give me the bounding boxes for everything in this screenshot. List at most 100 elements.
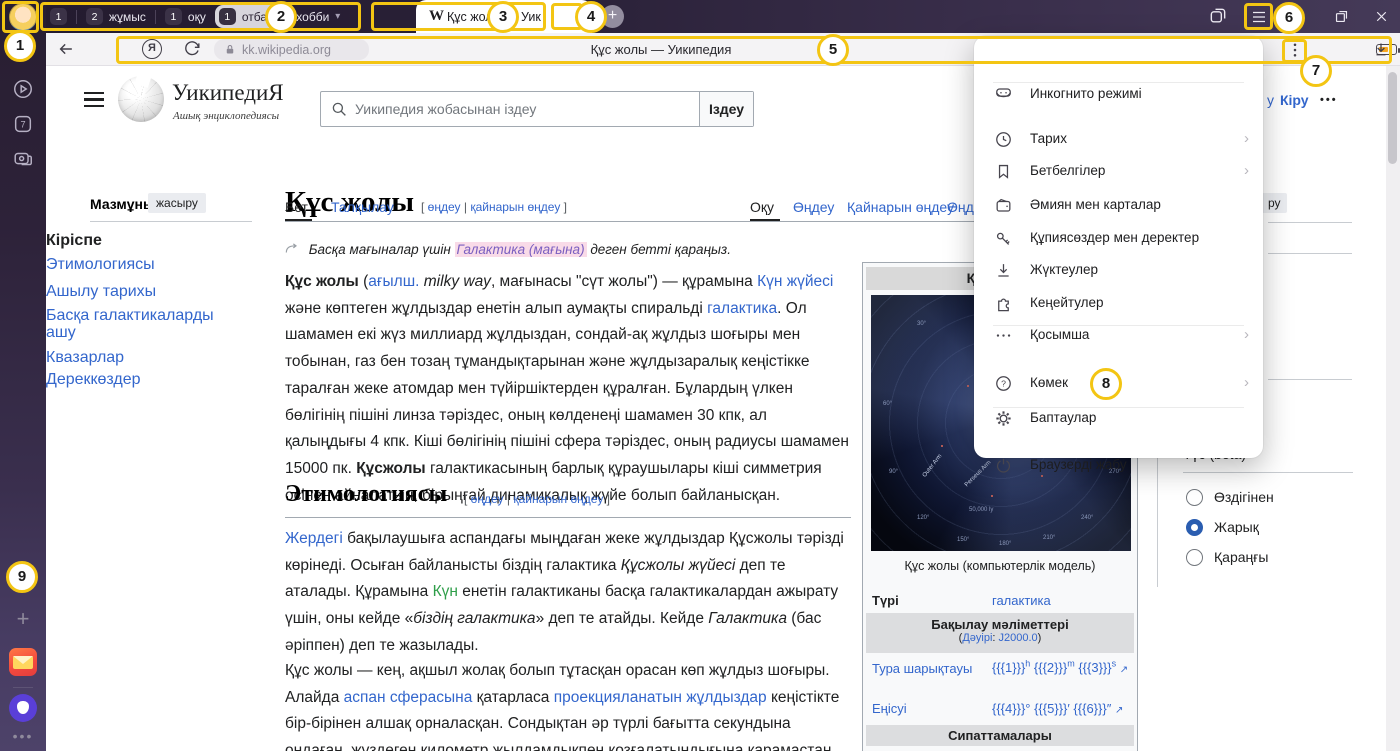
- menu-item-history[interactable]: Тарих ›: [974, 125, 1263, 155]
- wiki-search-box: Іздеу: [320, 91, 754, 127]
- login-link[interactable]: Кіру: [1280, 92, 1309, 108]
- hatnote: Басқа мағыналар үшін Галактика (мағына) …: [285, 242, 851, 257]
- wikipedia-logo[interactable]: [118, 76, 164, 122]
- sidebar-more-icon[interactable]: •••: [0, 728, 46, 744]
- scrollbar[interactable]: [1386, 66, 1400, 751]
- chevron-right-icon: ›: [1244, 130, 1249, 147]
- add-panel-icon[interactable]: +: [0, 606, 46, 632]
- key-icon: [994, 229, 1013, 248]
- external-link-icon: ↗: [1115, 705, 1123, 716]
- wiki-search-button[interactable]: Іздеу: [699, 92, 753, 126]
- menu-item-wallet[interactable]: Әмиян мен карталар: [974, 191, 1263, 221]
- tab-talk[interactable]: Талқылау: [331, 199, 394, 215]
- article-edit-links[interactable]: [ өңдеу | қайнарын өңдеу ]: [421, 200, 567, 214]
- svg-text:7: 7: [20, 120, 25, 130]
- toc-item-discovery[interactable]: Ашылу тарихы: [46, 283, 221, 300]
- annotation-7: 7: [1300, 55, 1332, 87]
- browser-sidebar: 7 + •••: [0, 0, 46, 751]
- menu-item-passwords[interactable]: Құпиясөздер мен деректер: [974, 224, 1263, 254]
- scrollbar-thumb[interactable]: [1388, 72, 1397, 164]
- toc-item-quasars[interactable]: Квазарлар: [46, 349, 221, 366]
- puzzle-icon: [994, 294, 1013, 313]
- annotation-6: 6: [1273, 2, 1305, 34]
- infobox-dec-label[interactable]: Еңісуі: [872, 701, 907, 716]
- wiki-search-input[interactable]: [355, 93, 695, 125]
- chevron-right-icon: ›: [1244, 374, 1249, 391]
- browser-window: 7 + ••• 1 2 жұмыс 1 оқу 1 отбась: [0, 0, 1400, 751]
- menu-item-extensions[interactable]: Кеңейтулер: [974, 289, 1263, 319]
- infobox-dec-value[interactable]: {{{4}}}° {{{5}}}′ {{{6}}}″ ↗: [992, 701, 1123, 716]
- menu-item-settings[interactable]: Баптаулар: [974, 404, 1263, 434]
- annotation-2: 2: [265, 1, 297, 33]
- annotation-box-menu-button: [1244, 3, 1273, 30]
- menu-item-downloads[interactable]: Жүктеулер: [974, 256, 1263, 286]
- radio-color-dark[interactable]: [1186, 549, 1203, 566]
- ellipsis-icon: [994, 326, 1013, 345]
- chevron-right-icon: ›: [1244, 162, 1249, 179]
- infobox-caption: Құс жолы (компьютерлік модель): [866, 559, 1134, 573]
- screenshot-icon[interactable]: [0, 148, 46, 175]
- toc-item-intro[interactable]: Кіріспе: [46, 232, 221, 249]
- intro-paragraph: Құс жолы (ағылш. milky way, мағынасы "сү…: [285, 269, 851, 509]
- etymology-paragraph-2: Құс жолы — кең, ақшыл жолақ болып тұтасқ…: [285, 658, 851, 751]
- annotation-5: 5: [817, 34, 849, 66]
- tab-history-clipped[interactable]: Өңд: [947, 199, 974, 215]
- alice-assistant-icon[interactable]: [9, 694, 37, 722]
- account-link-fragment[interactable]: у: [1267, 92, 1274, 108]
- annotation-8: 8: [1090, 368, 1122, 400]
- menu-item-close-browser[interactable]: Браузерді жабу: [974, 451, 1263, 481]
- browser-menu-dropdown: Инкогнито режимі Тарих › Бетбелгілер › Ә…: [974, 36, 1263, 458]
- annotation-3: 3: [487, 1, 519, 33]
- sidebar-divider: [13, 687, 33, 688]
- infobox-ra-value[interactable]: {{{1}}}h {{{2}}}m {{{3}}}s ↗: [992, 659, 1128, 675]
- etymology-paragraph-1: Жердегі бақылаушыға аспандағы мыңдаған ж…: [285, 526, 851, 660]
- redirect-arrow-icon: [285, 243, 301, 254]
- toc-hide-button[interactable]: жасыру: [148, 193, 206, 213]
- section-edit-links[interactable]: [ өңдеу | қайнарын өңдеу ]: [464, 492, 610, 506]
- wikipedia-wordmark: УикипедиЯ: [172, 80, 284, 106]
- bookmark-icon: [994, 162, 1013, 181]
- annotation-4: 4: [575, 1, 607, 33]
- chevron-right-icon: ›: [1244, 326, 1249, 343]
- back-icon[interactable]: [56, 39, 76, 64]
- infobox-epoch[interactable]: (Дәуірі: J2000.0): [866, 632, 1134, 644]
- tab-read[interactable]: Оқу: [750, 199, 774, 215]
- infobox-type-value[interactable]: галактика: [992, 593, 1051, 608]
- annotation-box-tab-groups: [40, 2, 361, 31]
- appearance-hide-button-fragment[interactable]: ру: [1262, 193, 1287, 213]
- tab-edit[interactable]: Өңдеу: [793, 199, 834, 215]
- tab-page[interactable]: Бет: [285, 199, 308, 215]
- annotation-box-address-bar: [116, 36, 1392, 64]
- clock-icon: [994, 130, 1013, 149]
- download-icon: [994, 261, 1013, 280]
- radio-color-auto[interactable]: [1186, 489, 1203, 506]
- infobox-ra-label[interactable]: Тура шарықтауы: [872, 659, 982, 678]
- power-icon: [994, 456, 1013, 475]
- toc-item-etymology[interactable]: Этимологиясы: [46, 256, 221, 273]
- etymology-heading: Этимологиясы: [285, 481, 447, 508]
- mail-app-icon[interactable]: [9, 648, 37, 676]
- menu-item-bookmarks[interactable]: Бетбелгілер ›: [974, 157, 1263, 187]
- gear-icon: [994, 409, 1013, 428]
- annotation-box-tab: [371, 2, 546, 31]
- help-icon: ?: [994, 374, 1013, 393]
- tab-edit-source[interactable]: Қайнарын өңдеу: [847, 199, 954, 215]
- wikipedia-tagline: Ашық энциклопедиясы: [173, 110, 279, 122]
- search-icon: [330, 100, 348, 118]
- svg-text:?: ?: [1001, 379, 1006, 389]
- annotation-1: 1: [4, 30, 36, 62]
- wallet-icon: [994, 196, 1013, 215]
- tabs-counter-icon[interactable]: 7: [0, 113, 46, 140]
- toc-item-sources[interactable]: Дереккөздер: [46, 371, 221, 388]
- menu-item-incognito[interactable]: Инкогнито режимі: [974, 80, 1263, 110]
- radio-color-light-selected[interactable]: [1186, 519, 1203, 536]
- external-link-icon: ↗: [1120, 664, 1128, 675]
- toc-item-other-galaxies[interactable]: Басқа галактикаларды ашу: [46, 307, 221, 341]
- infobox-type-label: Түрі: [872, 593, 899, 608]
- infobox-observation-header: Бақылау мәліметтері (Дәуірі: J2000.0): [866, 613, 1134, 653]
- annotation-9: 9: [6, 561, 38, 593]
- account-more-icon[interactable]: •••: [1320, 94, 1338, 106]
- video-play-icon[interactable]: [0, 78, 46, 105]
- incognito-mask-icon: [994, 85, 1013, 104]
- wiki-menu-icon[interactable]: [84, 92, 104, 111]
